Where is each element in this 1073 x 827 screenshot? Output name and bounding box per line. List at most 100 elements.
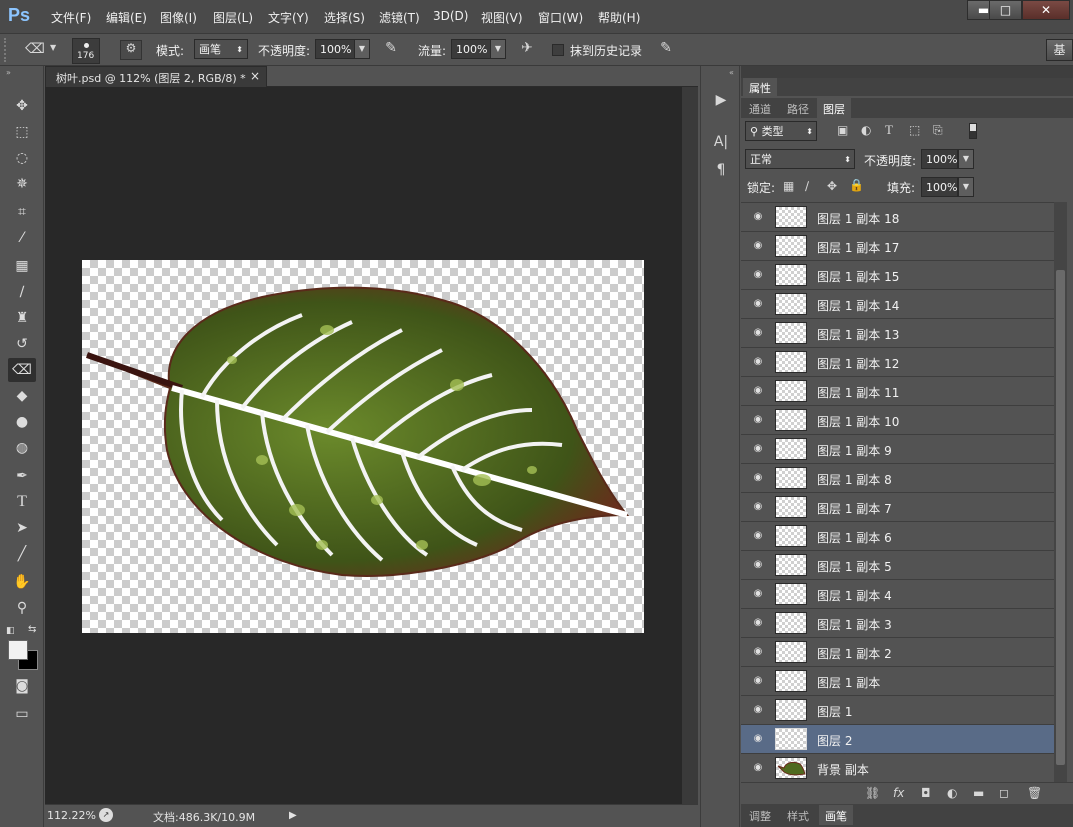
layer-thumbnail[interactable] — [775, 438, 807, 460]
healing-brush-tool-icon[interactable]: ▦ — [8, 254, 36, 278]
magic-wand-tool-icon[interactable]: ✵ — [8, 172, 36, 196]
dodge-tool-icon[interactable]: ◍ — [8, 436, 36, 460]
tab-adjustments[interactable]: 调整 — [743, 805, 777, 825]
menu-image[interactable]: 图像(I) — [160, 9, 197, 26]
layer-thumbnail[interactable] — [775, 554, 807, 576]
link-layers-icon[interactable]: ⛓ — [865, 786, 880, 800]
layer-thumbnail[interactable] — [775, 380, 807, 402]
layer-name[interactable]: 背景 副本 — [817, 761, 869, 778]
airbrush-icon[interactable]: ✈ — [516, 40, 538, 60]
eraser-tool-icon[interactable]: ⌫ — [22, 41, 48, 59]
lock-image-icon[interactable]: ∕ — [805, 179, 809, 193]
layer-thumbnail[interactable] — [775, 264, 807, 286]
eye-icon[interactable]: ◉ — [751, 762, 765, 774]
eye-icon[interactable]: ◉ — [751, 269, 765, 281]
layer-opacity-dropdown-icon[interactable]: ▼ — [958, 149, 974, 169]
layer-name[interactable]: 图层 1 副本 14 — [817, 297, 899, 314]
delete-layer-icon[interactable]: 🗑 — [1027, 786, 1042, 800]
menu-view[interactable]: 视图(V) — [481, 9, 523, 26]
document-tab[interactable]: 树叶.psd @ 112% (图层 2, RGB/8) * × — [45, 66, 267, 87]
layer-opacity-input[interactable]: 100% — [921, 149, 958, 169]
layer-row[interactable]: ◉ 图层 1 副本 14 — [741, 290, 1054, 319]
filter-adjustment-icon[interactable]: ◐ — [861, 123, 871, 137]
eye-icon[interactable]: ◉ — [751, 211, 765, 223]
scrollbar-thumb[interactable] — [1056, 270, 1065, 765]
filter-toggle-switch[interactable] — [969, 123, 977, 139]
chevron-down-icon[interactable]: ▼ — [50, 43, 56, 52]
layer-row[interactable]: ◉ 背景 副本 — [741, 754, 1054, 782]
eye-icon[interactable]: ◉ — [751, 298, 765, 310]
move-tool-icon[interactable]: ✥ — [8, 94, 36, 118]
eye-icon[interactable]: ◉ — [751, 646, 765, 658]
layer-row[interactable]: ◉ 图层 2 — [741, 725, 1054, 754]
eye-icon[interactable]: ◉ — [751, 559, 765, 571]
eye-icon[interactable]: ◉ — [751, 356, 765, 368]
eye-icon[interactable]: ◉ — [751, 327, 765, 339]
layer-thumbnail[interactable] — [775, 467, 807, 489]
layer-thumbnail[interactable] — [775, 235, 807, 257]
menu-select[interactable]: 选择(S) — [324, 9, 365, 26]
layer-name[interactable]: 图层 1 — [817, 703, 852, 720]
layer-row[interactable]: ◉ 图层 1 副本 12 — [741, 348, 1054, 377]
layer-name[interactable]: 图层 1 副本 13 — [817, 326, 899, 343]
tab-styles[interactable]: 样式 — [781, 805, 815, 825]
layer-row[interactable]: ◉ 图层 1 副本 15 — [741, 261, 1054, 290]
layer-name[interactable]: 图层 1 副本 18 — [817, 210, 899, 227]
layer-row[interactable]: ◉ 图层 1 副本 4 — [741, 580, 1054, 609]
layer-row[interactable]: ◉ 图层 1 副本 8 — [741, 464, 1054, 493]
layer-thumbnail[interactable] — [775, 612, 807, 634]
erase-history-checkbox[interactable] — [552, 44, 564, 56]
expand-dock-icon[interactable]: « — [729, 68, 734, 77]
layer-thumbnail[interactable] — [775, 206, 807, 228]
layer-name[interactable]: 图层 1 副本 8 — [817, 471, 892, 488]
eye-icon[interactable]: ◉ — [751, 240, 765, 252]
pressure-size-icon[interactable]: ✎ — [655, 40, 677, 60]
quick-mask-icon[interactable]: ◙ — [8, 674, 36, 698]
layer-thumbnail[interactable] — [775, 322, 807, 344]
character-panel-icon[interactable]: A| — [710, 134, 732, 154]
menu-type[interactable]: 文字(Y) — [268, 9, 309, 26]
menu-filter[interactable]: 滤镜(T) — [379, 9, 420, 26]
tab-layers[interactable]: 图层 — [817, 98, 851, 118]
eye-icon[interactable]: ◉ — [751, 472, 765, 484]
filter-smart-object-icon[interactable]: ⎘ — [933, 123, 943, 138]
layer-name[interactable]: 图层 1 副本 7 — [817, 500, 892, 517]
tab-paths[interactable]: 路径 — [781, 98, 815, 118]
filter-shape-icon[interactable]: ⬚ — [909, 123, 920, 137]
filter-type-icon[interactable]: T — [885, 122, 893, 138]
status-menu-arrow-icon[interactable]: ▶ — [289, 810, 297, 821]
layer-row[interactable]: ◉ 图层 1 副本 13 — [741, 319, 1054, 348]
marquee-tool-icon[interactable]: ⬚ — [8, 120, 36, 144]
layer-thumbnail[interactable] — [775, 583, 807, 605]
swap-colors-icon[interactable]: ⇆ — [28, 624, 36, 635]
screen-mode-icon[interactable]: ▭ — [8, 702, 36, 726]
paint-bucket-tool-icon[interactable]: ◆ — [8, 384, 36, 408]
add-mask-icon[interactable]: ◘ — [921, 786, 931, 800]
layer-name[interactable]: 图层 1 副本 12 — [817, 355, 899, 372]
lasso-tool-icon[interactable]: ◌ — [8, 146, 36, 170]
eraser-tool-icon[interactable]: ⌫ — [8, 358, 36, 382]
layer-row[interactable]: ◉ 图层 1 副本 7 — [741, 493, 1054, 522]
layer-name[interactable]: 图层 2 — [817, 732, 852, 749]
close-tab-icon[interactable]: × — [250, 69, 260, 83]
share-icon[interactable]: ↗ — [99, 808, 113, 822]
eye-icon[interactable]: ◉ — [751, 414, 765, 426]
layer-name[interactable]: 图层 1 副本 17 — [817, 239, 899, 256]
clone-stamp-tool-icon[interactable]: ♜ — [8, 306, 36, 330]
menu-3d[interactable]: 3D(D) — [433, 9, 468, 23]
layer-name[interactable]: 图层 1 副本 6 — [817, 529, 892, 546]
layer-name[interactable]: 图层 1 副本 3 — [817, 616, 892, 633]
layer-thumbnail[interactable] — [775, 293, 807, 315]
lock-position-icon[interactable]: ✥ — [827, 179, 837, 193]
blur-tool-icon[interactable]: ● — [8, 410, 36, 434]
eye-icon[interactable]: ◉ — [751, 675, 765, 687]
mode-select[interactable]: 画笔 ⬍ — [194, 39, 248, 59]
menu-edit[interactable]: 编辑(E) — [106, 9, 147, 26]
brush-preset-picker[interactable]: 176 — [72, 38, 100, 64]
layer-thumbnail[interactable] — [775, 641, 807, 663]
layer-name[interactable]: 图层 1 副本 2 — [817, 645, 892, 662]
eye-icon[interactable]: ◉ — [751, 588, 765, 600]
lock-transparent-icon[interactable]: ▦ — [783, 179, 794, 193]
history-brush-tool-icon[interactable]: ↺ — [8, 332, 36, 356]
layer-row[interactable]: ◉ 图层 1 — [741, 696, 1054, 725]
